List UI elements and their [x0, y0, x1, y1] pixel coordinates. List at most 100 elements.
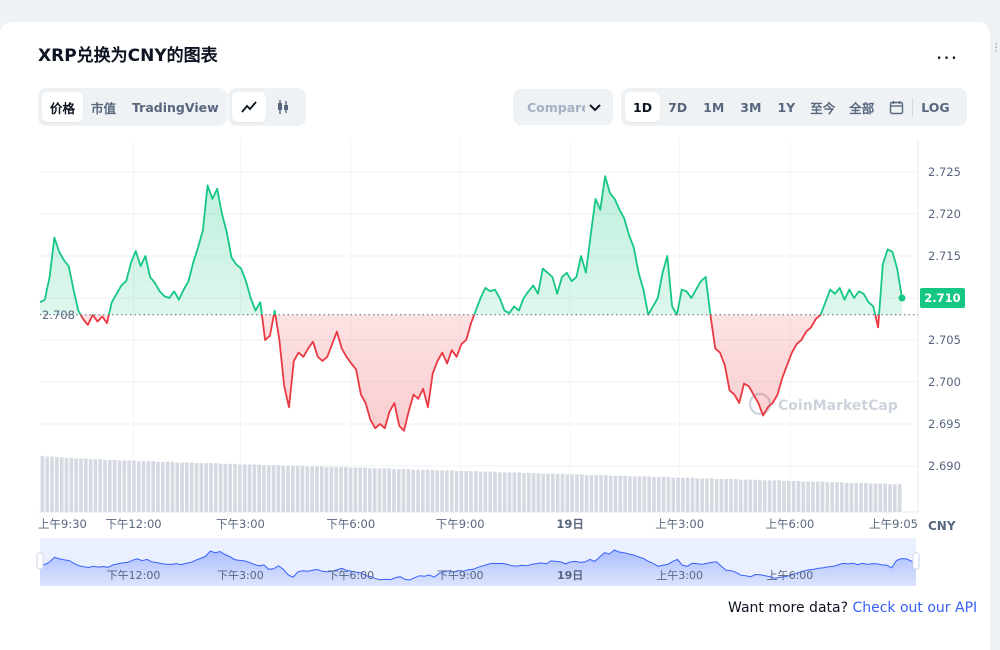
volume-bar [748, 479, 753, 512]
volume-bar [165, 461, 170, 512]
volume-bar [440, 470, 444, 512]
volume-bar [170, 461, 175, 512]
last-point-dot [898, 294, 906, 302]
volume-bar [108, 459, 112, 512]
volume-bar [878, 483, 883, 512]
volume-bar [329, 467, 334, 512]
volume-bar [64, 457, 69, 512]
volume-bar [127, 460, 131, 512]
volume-bar [430, 469, 435, 512]
volume-bar [185, 462, 189, 512]
volume-bar [522, 473, 526, 512]
volume-bar [88, 459, 93, 512]
volume-bar [806, 481, 810, 512]
volume-bar [416, 469, 420, 512]
volume-bar [758, 480, 762, 512]
x-tick-label: 下午6:00 [326, 517, 375, 531]
volume-bar [189, 462, 194, 512]
volume-bar [685, 477, 690, 512]
volume-bar [830, 482, 834, 512]
volume-bar [647, 476, 651, 512]
volume-bar [767, 480, 772, 512]
volume-bar [396, 469, 401, 512]
volume-bar [883, 483, 887, 512]
brush-tick-label: 下午6:00 [327, 569, 374, 582]
volume-bar [132, 460, 136, 512]
volume-bar [628, 476, 632, 512]
volume-bar [835, 482, 839, 512]
volume-bar [666, 477, 671, 512]
volume-bar [435, 470, 440, 512]
volume-bar [372, 468, 377, 512]
volume-bar [469, 471, 473, 512]
volume-bar [40, 455, 45, 512]
volume-bar [180, 462, 184, 512]
y-tick-label: 2.695 [928, 417, 961, 431]
volume-bar [218, 463, 223, 512]
volume-bar [849, 482, 854, 512]
volume-bar [387, 468, 391, 512]
volume-bar [873, 483, 878, 512]
volume-bar [478, 471, 483, 512]
volume-bar [348, 467, 353, 512]
volume-bar [854, 482, 859, 512]
volume-bar [762, 480, 767, 512]
api-link[interactable]: Check out our API [852, 600, 977, 616]
volume-bar [695, 478, 700, 512]
volume-bar [811, 481, 815, 512]
volume-bar [474, 471, 478, 512]
volume-bar [146, 461, 151, 512]
footer-text: Want more data? [728, 600, 853, 616]
volume-bar [319, 466, 324, 512]
brush-tick-label: 上午3:00 [656, 569, 703, 582]
y-tick-label: 2.720 [928, 207, 961, 221]
brush-tick-label: 19日 [557, 569, 583, 582]
volume-bar [868, 483, 873, 512]
volume-bar [295, 465, 300, 512]
volume-bar [55, 457, 59, 512]
volume-bar [262, 465, 266, 512]
brush-handle-right[interactable] [912, 552, 920, 570]
volume-bar [425, 469, 430, 512]
volume-bar [536, 473, 541, 512]
volume-bar [238, 464, 242, 512]
volume-bar [204, 463, 208, 512]
volume-bar [199, 463, 204, 512]
volume-bar [700, 478, 704, 512]
volume-bar [575, 474, 579, 512]
volume-bar [339, 467, 343, 512]
volume-bar [709, 478, 714, 512]
volume-bar [815, 481, 820, 512]
volume-bar [156, 461, 160, 512]
volume-bar [796, 480, 801, 512]
volume-bar [69, 457, 74, 512]
brush-tick-label: 下午3:00 [217, 569, 264, 582]
volume-bar [734, 479, 738, 512]
brush-handle-left[interactable] [36, 552, 44, 570]
volume-bar [454, 471, 459, 512]
volume-bar [334, 467, 338, 512]
volume-bar [300, 465, 305, 512]
volume-bar [103, 459, 107, 512]
x-tick-label: 下午12:00 [105, 517, 161, 531]
volume-bar [98, 459, 103, 512]
volume-bar [122, 460, 127, 512]
volume-bar [787, 480, 791, 512]
x-tick-label: 上午6:00 [766, 517, 815, 531]
volume-bar [551, 473, 555, 512]
volume-bar [59, 457, 64, 512]
volume-bar [401, 469, 406, 512]
volume-bar [368, 468, 372, 512]
last-value-label: 2.710 [924, 291, 960, 305]
volume-bar [257, 464, 261, 512]
x-tick-label: 上午9:30 [38, 517, 87, 531]
volume-bar [791, 480, 796, 512]
volume-bar [676, 477, 680, 512]
price-chart: CoinMarketCap 2.725 2.720 2.715 2.710 2.705 2.… [36, 140, 965, 586]
volume-bar [242, 464, 247, 512]
volume-bar [892, 484, 897, 512]
volume-bar [141, 461, 146, 512]
volume-bar [93, 459, 98, 512]
volume-bar [377, 468, 382, 512]
volume-bar [281, 465, 285, 512]
